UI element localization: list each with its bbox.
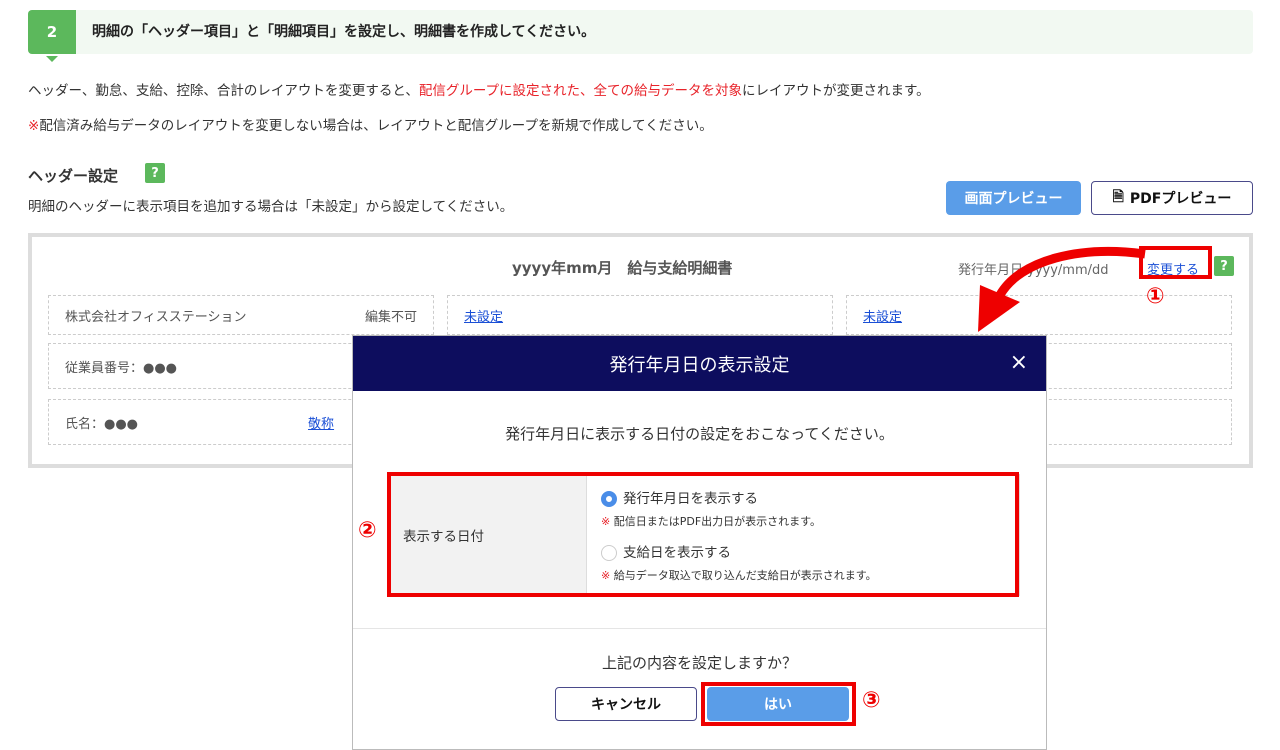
header-cell: 未設定 xyxy=(447,295,833,335)
section-title: ヘッダー設定 xyxy=(28,167,119,185)
dialog-title: 発行年月日の表示設定 xyxy=(609,354,790,376)
document-icon: 🗎 xyxy=(1112,189,1124,205)
annotation-1: ① xyxy=(1146,284,1165,309)
notice-text: 配信済み給与データのレイアウトを変更しない場合は、レイアウトと配信グループを新規… xyxy=(39,118,713,134)
annotation-3: ③ xyxy=(862,688,881,713)
unset-link[interactable]: 未設定 xyxy=(464,306,503,325)
dialog-instruction: 発行年月日に表示する日付の設定をおこなってください。 xyxy=(505,425,894,443)
step-number: 2 xyxy=(28,10,76,62)
help-icon[interactable]: ? xyxy=(1214,256,1234,276)
company-cell: 株式会社オフィスステーション 編集不可 xyxy=(48,295,434,335)
honorific-link[interactable]: 敬称 xyxy=(308,413,334,432)
annotation-2: ② xyxy=(358,518,377,543)
not-editable-label: 編集不可 xyxy=(364,309,417,325)
dialog-header: 発行年月日の表示設定 × xyxy=(353,336,1046,391)
notice-text: ヘッダー、勤怠、支給、控除、合計のレイアウトを変更すると、 xyxy=(28,83,419,99)
note-mark: ※ xyxy=(28,118,40,134)
doc-title: yyyy年mm月 給与支給明細書 xyxy=(512,259,733,277)
notice-line-1: ヘッダー、勤怠、支給、控除、合計のレイアウトを変更すると、配信グループに設定され… xyxy=(28,79,930,99)
highlight-box-3 xyxy=(701,682,856,726)
pdf-preview-button[interactable]: 🗎 PDFプレビュー xyxy=(1091,181,1253,215)
notice-text: にレイアウトが変更されます。 xyxy=(742,83,930,99)
pdf-preview-label: PDFプレビュー xyxy=(1129,191,1232,207)
divider xyxy=(353,628,1046,629)
unset-link[interactable]: 未設定 xyxy=(863,306,902,325)
close-icon[interactable]: × xyxy=(1010,350,1028,375)
notice-line-2: ※配信済み給与データのレイアウトを変更しない場合は、レイアウトと配信グループを新… xyxy=(28,114,713,134)
company-name: 株式会社オフィスステーション xyxy=(65,309,247,325)
help-icon[interactable]: ? xyxy=(145,163,165,183)
employee-no: 従業員番号：●●● xyxy=(65,360,178,376)
highlight-box-1 xyxy=(1139,246,1212,279)
step-title: 明細の「ヘッダー項目」と「明細項目」を設定し、明細書を作成してください。 xyxy=(92,24,596,40)
highlight-box-2 xyxy=(387,472,1019,597)
section-desc: 明細のヘッダーに表示項目を追加する場合は「未設定」から設定してください。 xyxy=(28,199,514,215)
cancel-button[interactable]: キャンセル xyxy=(555,687,697,721)
notice-highlight: 配信グループに設定された、全ての給与データを対象 xyxy=(418,83,743,99)
screen-preview-button[interactable]: 画面プレビュー xyxy=(946,181,1081,215)
employee-name: 氏名：●●● xyxy=(65,416,139,432)
arrow-annotation xyxy=(978,247,1146,332)
confirm-text: 上記の内容を設定しますか？ xyxy=(601,654,797,672)
